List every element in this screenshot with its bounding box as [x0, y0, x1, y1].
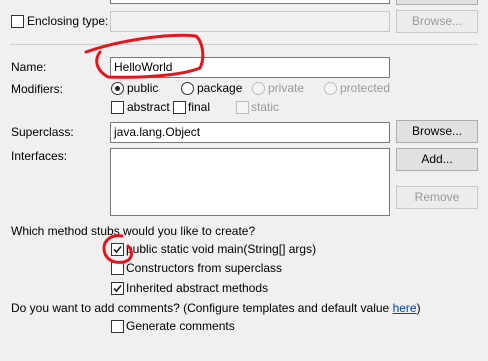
protected-label: protected [340, 81, 391, 95]
package-label: package [197, 81, 243, 95]
interfaces-label: Interfaces: [11, 149, 68, 163]
protected-radio[interactable] [324, 82, 337, 95]
final-label: final [188, 100, 211, 114]
superclass-value: java.lang.Object [114, 125, 201, 139]
abstract-label: abstract [127, 100, 170, 114]
public-label: public [127, 81, 159, 95]
abstract-checkbox[interactable] [111, 101, 124, 114]
superclass-label: Superclass: [11, 125, 74, 139]
package-field-partial[interactable] [110, 0, 390, 4]
constructors-checkbox[interactable] [111, 262, 124, 275]
name-label: Name: [11, 60, 47, 74]
name-field[interactable]: HelloWorld [110, 57, 390, 78]
checkmark-icon [113, 284, 122, 293]
separator [10, 44, 478, 45]
interfaces-remove-button[interactable]: Remove [396, 186, 478, 209]
package-browse-button-partial[interactable] [396, 0, 478, 5]
inherited-methods-checkbox[interactable] [111, 282, 124, 295]
name-value: HelloWorld [114, 60, 173, 74]
constructors-label: Constructors from superclass [126, 261, 283, 275]
enclosing-type-checkbox[interactable] [11, 15, 24, 28]
inherited-methods-label: Inherited abstract methods [126, 281, 269, 295]
interfaces-list[interactable] [110, 148, 390, 216]
comments-question: Do you want to add comments? (Configure … [11, 300, 421, 316]
method-stubs-question: Which method stubs would you like to cre… [11, 224, 256, 238]
private-radio[interactable] [252, 82, 265, 95]
enclosing-type-browse-button[interactable]: Browse... [396, 10, 478, 33]
comments-question-text: Do you want to add comments? (Configure … [11, 301, 393, 315]
superclass-browse-button[interactable]: Browse... [396, 120, 478, 143]
static-checkbox[interactable] [236, 101, 249, 114]
public-radio[interactable] [111, 82, 124, 95]
private-label: private [268, 81, 305, 95]
checkmark-icon [113, 245, 122, 254]
generate-comments-checkbox[interactable] [111, 320, 124, 333]
main-method-checkbox[interactable] [111, 243, 124, 256]
interfaces-add-button[interactable]: Add... [396, 148, 478, 171]
static-label: static [251, 100, 280, 114]
generate-comments-label: Generate comments [126, 319, 235, 333]
radio-selected-dot [115, 86, 120, 91]
configure-templates-link[interactable]: here [393, 301, 417, 315]
final-checkbox[interactable] [173, 101, 186, 114]
enclosing-type-field[interactable] [110, 11, 390, 32]
package-radio[interactable] [181, 82, 194, 95]
comments-question-close: ) [416, 301, 421, 315]
modifiers-label: Modifiers: [11, 82, 64, 96]
superclass-field[interactable]: java.lang.Object [110, 122, 390, 143]
enclosing-type-label: Enclosing type: [27, 14, 109, 28]
main-method-label: public static void main(String[] args) [126, 242, 317, 256]
